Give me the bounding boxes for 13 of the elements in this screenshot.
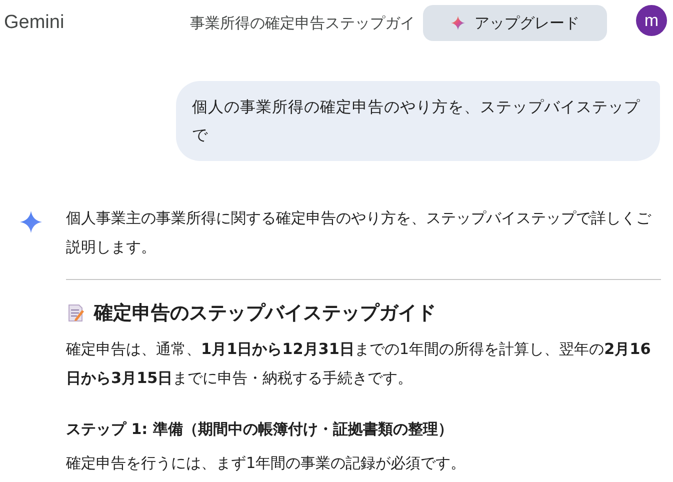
- conversation-title: 事業所得の確定申告ステップガイ: [190, 14, 415, 32]
- user-message: 個人の事業所得の確定申告のやり方を、ステップバイステップで: [176, 81, 660, 161]
- app-name: Gemini: [4, 12, 66, 34]
- section-heading: 確定申告のステップバイステップガイド: [94, 301, 436, 326]
- sparkle-icon: [450, 16, 464, 30]
- reply-intro: 個人事業主の事業所得に関する確定申告のやり方を、ステップバイステップで詳しくご説明します。: [66, 208, 652, 258]
- step-text: 確定申告を行うには、まず1年間の事業の記録が必須です。: [66, 453, 467, 474]
- user-avatar[interactable]: m: [636, 5, 667, 36]
- upgrade-button[interactable]: アップグレード: [423, 5, 607, 41]
- memo-icon: [66, 303, 86, 323]
- sparkle-icon: [20, 211, 42, 233]
- reply-paragraph: 確定申告は、通常、1月1日から12月31日までの1年間の所得を計算し、翌年の2月16日から3月15日までに申告・納税する手続きです。: [66, 339, 652, 389]
- step-heading: ステップ 1: 準備（期間中の帳簿付け・証拠書類の整理）: [66, 419, 454, 440]
